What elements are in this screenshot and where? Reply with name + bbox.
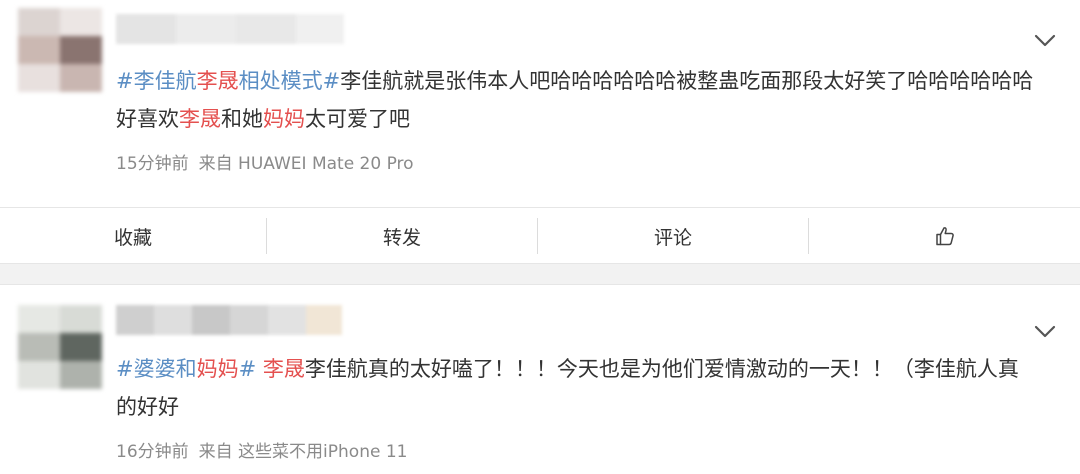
avatar[interactable]: [18, 305, 102, 389]
highlight-text: 李晟: [262, 357, 305, 381]
post-meta: 15分钟前 来自 HUAWEI Mate 20 Pro: [116, 149, 414, 174]
post-time: 15分钟前: [116, 154, 189, 174]
post-time: 16分钟前: [116, 442, 189, 462]
post-separator: [0, 263, 1080, 285]
hashtag-link[interactable]: #李佳航李晟相处模式#: [116, 69, 340, 93]
thumbs-up-icon: [935, 227, 954, 246]
highlight-text: 李晟: [179, 107, 221, 131]
weibo-post-2: #婆婆和妈妈# 李晟李佳航真的太好嗑了！！！今天也是为他们爱情激动的一天！！（李…: [0, 285, 1080, 474]
like-button[interactable]: [809, 208, 1080, 264]
chevron-down-icon[interactable]: [1034, 325, 1056, 339]
post-meta: 16分钟前 来自 这些菜不用iPhone 11: [116, 437, 407, 462]
avatar[interactable]: [18, 8, 102, 92]
post-source[interactable]: 来自 HUAWEI Mate 20 Pro: [199, 154, 414, 174]
hashtag-link[interactable]: #婆婆和妈妈#: [116, 357, 256, 381]
weibo-post-1: #李佳航李晟相处模式#李佳航就是张伟本人吧哈哈哈哈哈哈被整蛊吃面那段太好笑了哈哈…: [0, 0, 1080, 207]
post-content: #婆婆和妈妈# 李晟李佳航真的太好嗑了！！！今天也是为他们爱情激动的一天！！（李…: [116, 357, 1019, 419]
post-content: #李佳航李晟相处模式#李佳航就是张伟本人吧哈哈哈哈哈哈被整蛊吃面那段太好笑了哈哈…: [116, 69, 1034, 131]
chevron-down-icon[interactable]: [1034, 34, 1056, 48]
comment-button[interactable]: 评论: [538, 208, 808, 264]
post-source[interactable]: 来自 这些菜不用iPhone 11: [199, 442, 408, 462]
username[interactable]: [116, 305, 342, 335]
repost-button[interactable]: 转发: [267, 208, 537, 264]
highlight-text: 妈妈: [263, 107, 305, 131]
username[interactable]: [116, 14, 344, 44]
favorite-button[interactable]: 收藏: [0, 208, 266, 264]
action-bar: 收藏 转发 评论: [0, 207, 1080, 263]
